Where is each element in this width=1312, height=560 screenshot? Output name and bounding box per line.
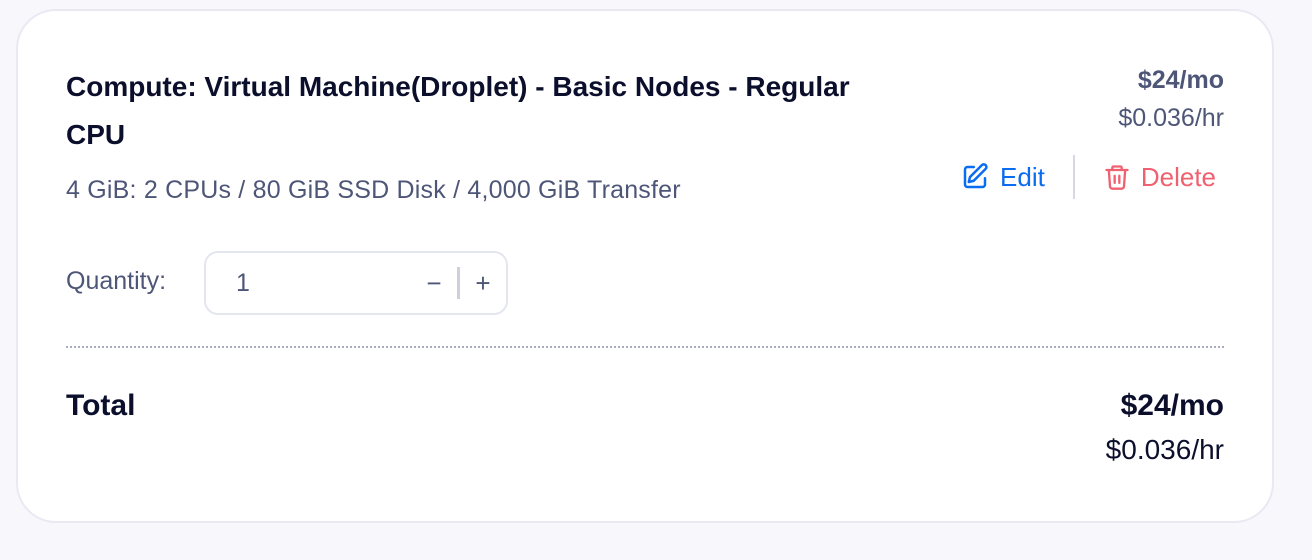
total-price-hourly: $0.036/hr xyxy=(1105,434,1224,465)
item-price-monthly: $24/mo xyxy=(1137,66,1224,94)
pencil-square-icon xyxy=(960,162,990,192)
edit-button[interactable]: Edit xyxy=(960,162,1045,193)
total-label: Total xyxy=(66,389,136,422)
quantity-label: Quantity: xyxy=(66,267,167,295)
delete-label: Delete xyxy=(1140,161,1216,192)
product-spec: 4 GiB: 2 CPUs / 80 GiB SSD Disk / 4,000 … xyxy=(66,176,681,204)
action-divider xyxy=(1072,155,1075,199)
item-price: $24/mo $0.036/hr xyxy=(1118,61,1224,137)
item-price-hourly: $0.036/hr xyxy=(1118,104,1224,132)
trash-icon xyxy=(1103,162,1131,192)
increment-button[interactable]: + xyxy=(460,268,506,299)
quantity-stepper: 1 − + xyxy=(204,251,508,315)
quantity-input[interactable]: 1 xyxy=(206,269,411,298)
total-divider xyxy=(66,346,1224,348)
total-price: $24/mo $0.036/hr xyxy=(1106,386,1224,474)
delete-button[interactable]: Delete xyxy=(1103,162,1216,193)
decrement-button[interactable]: − xyxy=(411,268,457,299)
edit-label: Edit xyxy=(1000,161,1045,192)
item-actions: Edit Delete xyxy=(960,153,1216,201)
product-title: Compute: Virtual Machine(Droplet) - Basi… xyxy=(66,71,850,150)
total-price-monthly: $24/mo xyxy=(1120,389,1224,422)
cart-item-card: Compute: Virtual Machine(Droplet) - Basi… xyxy=(16,9,1274,523)
